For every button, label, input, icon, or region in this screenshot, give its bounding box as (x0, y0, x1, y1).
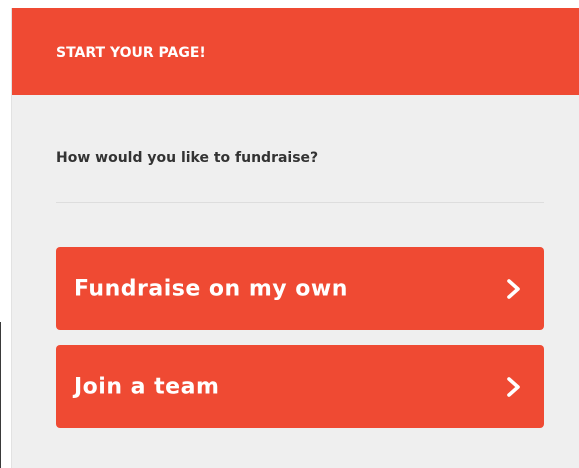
start-page-panel: START YOUR PAGE! How would you like to f… (12, 8, 579, 468)
fundraise-question: How would you like to fundraise? (56, 150, 319, 166)
join-a-team-button[interactable]: Join a team (56, 345, 544, 428)
panel-header: START YOUR PAGE! (12, 8, 579, 95)
fundraise-on-my-own-button[interactable]: Fundraise on my own (56, 247, 544, 330)
join-a-team-label: Join a team (74, 374, 220, 399)
panel-title: START YOUR PAGE! (56, 45, 206, 61)
chevron-right-icon (507, 376, 520, 397)
fundraise-on-my-own-label: Fundraise on my own (74, 276, 348, 301)
window-edge (0, 322, 12, 468)
chevron-right-icon (507, 278, 520, 299)
divider (56, 202, 544, 203)
